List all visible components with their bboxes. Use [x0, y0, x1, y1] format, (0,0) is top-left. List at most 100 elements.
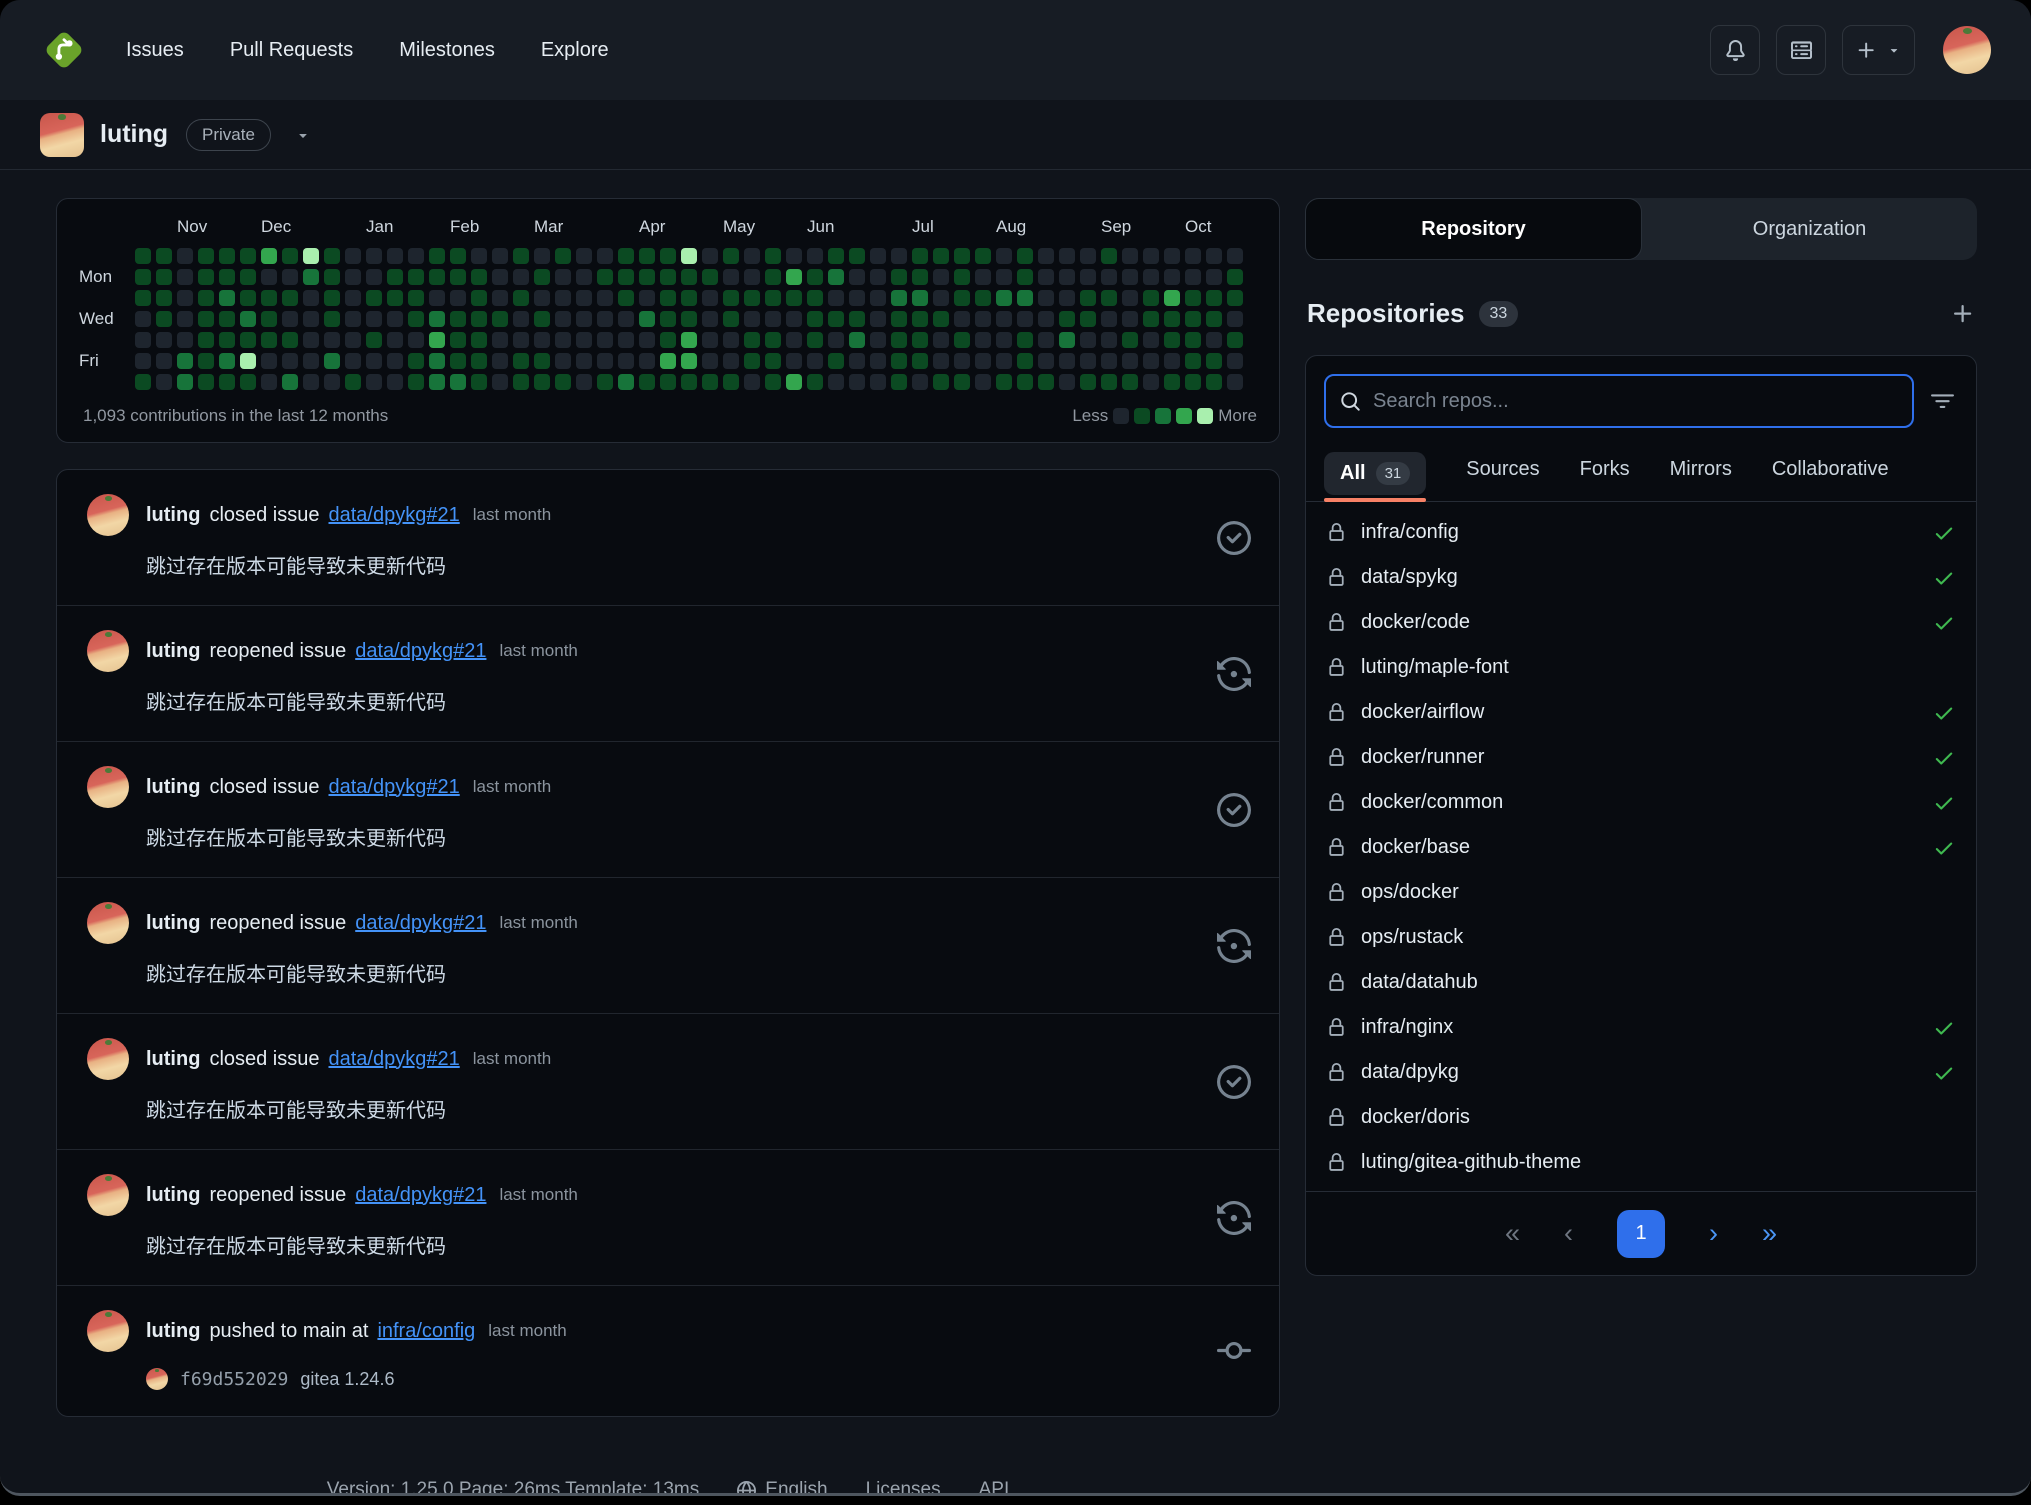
heatmap-cell[interactable] [576, 374, 592, 390]
heatmap-cell[interactable] [723, 332, 739, 348]
heatmap-cell[interactable] [492, 248, 508, 264]
heatmap-cell[interactable] [1185, 290, 1201, 306]
heatmap-cell[interactable] [828, 248, 844, 264]
heatmap-cell[interactable] [366, 311, 382, 327]
heatmap-cell[interactable] [429, 248, 445, 264]
filter-tab-sources[interactable]: Sources [1466, 458, 1539, 501]
heatmap-cell[interactable] [1038, 290, 1054, 306]
heatmap-cell[interactable] [429, 353, 445, 369]
heatmap-cell[interactable] [765, 353, 781, 369]
heatmap-cell[interactable] [1143, 353, 1159, 369]
heatmap-cell[interactable] [954, 311, 970, 327]
heatmap-cell[interactable] [807, 332, 823, 348]
heatmap-cell[interactable] [891, 269, 907, 285]
heatmap-cell[interactable] [303, 374, 319, 390]
heatmap-cell[interactable] [324, 332, 340, 348]
heatmap-cell[interactable] [324, 311, 340, 327]
heatmap-cell[interactable] [702, 248, 718, 264]
heatmap-cell[interactable] [1017, 353, 1033, 369]
heatmap-cell[interactable] [492, 353, 508, 369]
tab-repository[interactable]: Repository [1305, 198, 1642, 260]
actor-name[interactable]: luting [146, 1320, 200, 1343]
repo-list-item[interactable]: data/spykg [1306, 555, 1976, 600]
heatmap-cell[interactable] [1206, 332, 1222, 348]
heatmap-cell[interactable] [492, 269, 508, 285]
heatmap-cell[interactable] [660, 353, 676, 369]
heatmap-cell[interactable] [912, 290, 928, 306]
heatmap-cell[interactable] [1164, 311, 1180, 327]
heatmap-cell[interactable] [177, 353, 193, 369]
heatmap-cell[interactable] [660, 269, 676, 285]
heatmap-cell[interactable] [198, 290, 214, 306]
heatmap-cell[interactable] [618, 269, 634, 285]
heatmap-cell[interactable] [492, 332, 508, 348]
heatmap-cell[interactable] [534, 311, 550, 327]
heatmap-cell[interactable] [786, 374, 802, 390]
heatmap-cell[interactable] [282, 311, 298, 327]
heatmap-cell[interactable] [135, 290, 151, 306]
heatmap-cell[interactable] [156, 311, 172, 327]
heatmap-cell[interactable] [198, 311, 214, 327]
heatmap-cell[interactable] [1227, 374, 1243, 390]
heatmap-cell[interactable] [576, 290, 592, 306]
heatmap-cell[interactable] [933, 353, 949, 369]
heatmap-cell[interactable] [1143, 269, 1159, 285]
heatmap-cell[interactable] [1080, 374, 1096, 390]
heatmap-cell[interactable] [555, 248, 571, 264]
repo-list-item[interactable]: docker/common [1306, 780, 1976, 825]
heatmap-cell[interactable] [1080, 311, 1096, 327]
heatmap-cell[interactable] [261, 311, 277, 327]
heatmap-cell[interactable] [156, 332, 172, 348]
target-link[interactable]: data/dpykg#21 [329, 1048, 460, 1071]
heatmap-cell[interactable] [219, 332, 235, 348]
heatmap-cell[interactable] [135, 332, 151, 348]
triangle-down-icon[interactable] [295, 127, 311, 143]
heatmap-cell[interactable] [933, 248, 949, 264]
heatmap-cell[interactable] [366, 374, 382, 390]
heatmap-cell[interactable] [849, 311, 865, 327]
heatmap-cell[interactable] [996, 332, 1012, 348]
heatmap-cell[interactable] [534, 332, 550, 348]
heatmap-cell[interactable] [1017, 290, 1033, 306]
heatmap-cell[interactable] [513, 269, 529, 285]
repo-list-item[interactable]: infra/config [1306, 510, 1976, 555]
heatmap-cell[interactable] [807, 353, 823, 369]
heatmap-cell[interactable] [1122, 248, 1138, 264]
heatmap-cell[interactable] [765, 248, 781, 264]
target-link[interactable]: infra/config [377, 1320, 475, 1343]
heatmap-cell[interactable] [597, 332, 613, 348]
heatmap-cell[interactable] [1080, 290, 1096, 306]
actor-avatar[interactable] [87, 766, 129, 808]
heatmap-cell[interactable] [1059, 269, 1075, 285]
create-new-button[interactable] [1842, 25, 1915, 75]
heatmap-cell[interactable] [240, 353, 256, 369]
heatmap-cell[interactable] [891, 248, 907, 264]
heatmap-cell[interactable] [177, 248, 193, 264]
actor-avatar[interactable] [87, 1038, 129, 1080]
heatmap-cell[interactable] [492, 374, 508, 390]
heatmap-cell[interactable] [576, 311, 592, 327]
heatmap-cell[interactable] [345, 332, 361, 348]
heatmap-cell[interactable] [450, 353, 466, 369]
heatmap-cell[interactable] [198, 374, 214, 390]
heatmap-cell[interactable] [807, 269, 823, 285]
heatmap-cell[interactable] [660, 311, 676, 327]
heatmap-cell[interactable] [156, 248, 172, 264]
actor-name[interactable]: luting [146, 776, 200, 799]
heatmap-cell[interactable] [723, 374, 739, 390]
heatmap-cell[interactable] [786, 353, 802, 369]
heatmap-cell[interactable] [744, 269, 760, 285]
heatmap-cell[interactable] [639, 311, 655, 327]
heatmap-cell[interactable] [492, 290, 508, 306]
heatmap-cell[interactable] [408, 269, 424, 285]
heatmap-cell[interactable] [828, 269, 844, 285]
user-avatar[interactable] [1943, 26, 1991, 74]
admin-panel-button[interactable] [1776, 25, 1826, 75]
heatmap-cell[interactable] [996, 248, 1012, 264]
heatmap-cell[interactable] [954, 332, 970, 348]
heatmap-cell[interactable] [282, 269, 298, 285]
heatmap-cell[interactable] [1143, 311, 1159, 327]
heatmap-cell[interactable] [660, 248, 676, 264]
heatmap-cell[interactable] [471, 332, 487, 348]
heatmap-cell[interactable] [975, 248, 991, 264]
